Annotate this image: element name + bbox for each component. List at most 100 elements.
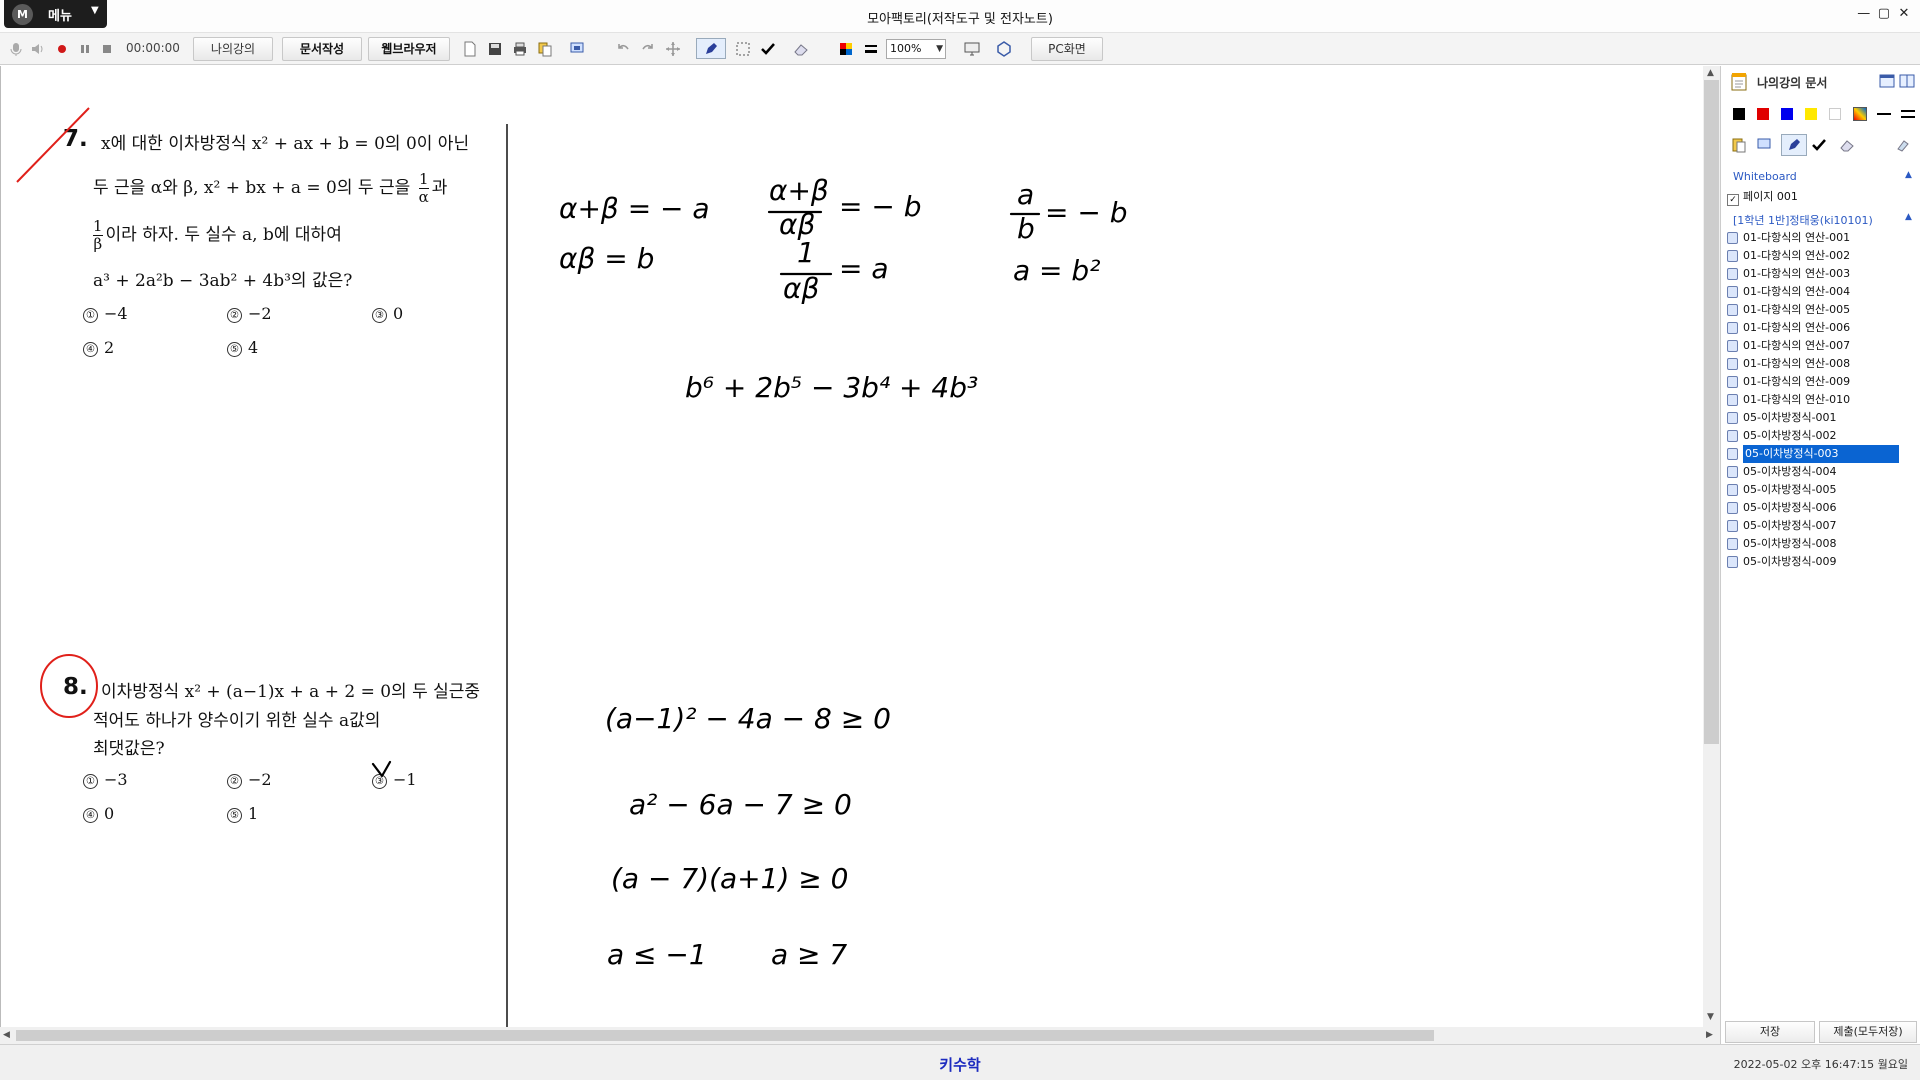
page-label: 페이지 001 <box>1743 190 1798 203</box>
document-list-item[interactable]: 05-이차방정식-006 <box>1725 499 1915 517</box>
status-bar: 키수학 2022-05-02 오후 16:47:15 월요일 <box>0 1044 1920 1080</box>
document-list-item[interactable]: 05-이차방정식-003 <box>1725 445 1915 463</box>
undo-icon[interactable] <box>615 41 631 57</box>
document-list-item[interactable]: 01-다항식의 연산-005 <box>1725 301 1915 319</box>
status-datetime: 2022-05-02 오후 16:47:15 월요일 <box>1733 1058 1908 1071</box>
pen-tool-button[interactable] <box>1781 134 1807 156</box>
student-group-label[interactable]: [1학년 1반]정태웅(ki10101) <box>1733 212 1873 228</box>
eraser-icon[interactable] <box>793 41 809 57</box>
submit-all-button[interactable]: 제출(모두저장) <box>1819 1021 1917 1043</box>
document-title: 01-다항식의 연산-009 <box>1743 375 1851 388</box>
vertical-scrollbar[interactable]: ▲ ▼ <box>1703 66 1720 1027</box>
document-list-item[interactable]: 05-이차방정식-004 <box>1725 463 1915 481</box>
color-swatch-white[interactable] <box>1829 108 1841 120</box>
pen-tool-button[interactable] <box>696 38 726 59</box>
document-list-item[interactable]: 01-다항식의 연산-008 <box>1725 355 1915 373</box>
document-list-item[interactable]: 05-이차방정식-007 <box>1725 517 1915 535</box>
minimize-button[interactable]: — <box>1856 6 1872 21</box>
document-list-item[interactable]: 05-이차방정식-001 <box>1725 409 1915 427</box>
title-bar: M 메뉴 ▼ 모아팩토리(저작도구 및 전자노트) — ▢ ✕ <box>0 0 1920 33</box>
pc-screen-button[interactable]: PC화면 <box>1031 37 1103 61</box>
chevron-down-icon: ▼ <box>936 44 943 54</box>
document-list-item[interactable]: 01-다항식의 연산-002 <box>1725 247 1915 265</box>
horizontal-scrollbar[interactable]: ◀ ▶ <box>0 1027 1720 1044</box>
document-list-item[interactable]: 05-이차방정식-005 <box>1725 481 1915 499</box>
check-mark-icon[interactable] <box>760 41 776 57</box>
save-icon[interactable] <box>487 41 503 57</box>
close-button[interactable]: ✕ <box>1896 6 1912 21</box>
document-icon <box>1727 322 1738 334</box>
color-swatch-red[interactable] <box>1757 108 1769 120</box>
vertical-scroll-thumb[interactable] <box>1704 80 1719 744</box>
clear-icon[interactable] <box>1895 137 1911 153</box>
collapse-group-icon[interactable]: ▲ <box>1905 212 1912 222</box>
document-list-item[interactable]: 05-이차방정식-008 <box>1725 535 1915 553</box>
tab-web-browser[interactable]: 웹브라우저 <box>368 37 450 61</box>
document-icon <box>1727 520 1738 532</box>
document-title: 01-다항식의 연산-010 <box>1743 393 1851 406</box>
handwriting-quadratic: a² − 6a − 7 ≥ 0 <box>629 788 852 821</box>
document-title: 01-다항식의 연산-001 <box>1743 231 1851 244</box>
document-list-item[interactable]: 01-다항식의 연산-007 <box>1725 337 1915 355</box>
document-list-item[interactable]: 01-다항식의 연산-009 <box>1725 373 1915 391</box>
save-button[interactable]: 저장 <box>1725 1021 1815 1043</box>
record-icon[interactable] <box>54 41 70 57</box>
copy-doc-icon[interactable] <box>537 41 553 57</box>
horizontal-scroll-thumb[interactable] <box>16 1030 1434 1041</box>
collapse-whiteboard-icon[interactable]: ▲ <box>1905 170 1912 180</box>
document-list-item[interactable]: 05-이차방정식-002 <box>1725 427 1915 445</box>
line-width-icon[interactable] <box>863 41 879 57</box>
handwriting-discriminant: (a−1)² − 4a − 8 ≥ 0 <box>605 702 891 735</box>
document-canvas[interactable]: 7. x에 대한 이차방정식 x² + ax + b = 0의 0이 아닌 두 … <box>0 66 1703 1027</box>
redo-icon[interactable] <box>640 41 656 57</box>
document-list-item[interactable]: 05-이차방정식-009 <box>1725 553 1915 571</box>
document-list: 01-다항식의 연산-001 01-다항식의 연산-002 01-다항식의 연산-0… <box>1725 229 1915 571</box>
scroll-up-icon[interactable]: ▲ <box>1707 68 1714 78</box>
scroll-right-icon[interactable]: ▶ <box>1706 1030 1713 1040</box>
document-title: 01-다항식의 연산-003 <box>1743 267 1851 280</box>
monitor-icon[interactable] <box>964 41 980 57</box>
select-area-icon[interactable] <box>735 41 751 57</box>
stop-icon[interactable] <box>99 41 115 57</box>
capture-icon[interactable] <box>1757 137 1773 153</box>
color-picker-icon[interactable] <box>838 41 854 57</box>
document-title: 05-이차방정식-006 <box>1743 501 1837 514</box>
document-icon <box>1727 484 1738 496</box>
microphone-icon[interactable] <box>8 41 24 57</box>
layout-single-icon[interactable] <box>1879 74 1895 88</box>
scroll-left-icon[interactable]: ◀ <box>3 1030 10 1040</box>
document-list-item[interactable]: 01-다항식의 연산-004 <box>1725 283 1915 301</box>
pause-icon[interactable] <box>77 41 93 57</box>
layout-split-icon[interactable] <box>1899 74 1915 88</box>
tab-my-lecture[interactable]: 나의강의 <box>193 37 273 61</box>
color-swatch-black[interactable] <box>1733 108 1745 120</box>
print-icon[interactable] <box>512 41 528 57</box>
document-title: 05-이차방정식-009 <box>1743 555 1837 568</box>
speaker-icon[interactable] <box>30 41 46 57</box>
document-list-item[interactable]: 01-다항식의 연산-006 <box>1725 319 1915 337</box>
thick-line-icon[interactable] <box>1901 110 1915 118</box>
check-mark-icon[interactable] <box>1811 137 1827 153</box>
color-swatch-yellow[interactable] <box>1805 108 1817 120</box>
document-list-item[interactable]: 01-다항식의 연산-001 <box>1725 229 1915 247</box>
zoom-select[interactable]: 100% ▼ <box>886 39 946 59</box>
new-doc-icon[interactable] <box>462 41 478 57</box>
polygon-icon[interactable] <box>996 41 1012 57</box>
document-list-item[interactable]: 01-다항식의 연산-003 <box>1725 265 1915 283</box>
color-swatch-blue[interactable] <box>1781 108 1793 120</box>
tab-doc-write[interactable]: 문서작성 <box>282 37 362 61</box>
thin-line-icon[interactable] <box>1877 113 1891 115</box>
screen-capture-icon[interactable] <box>570 41 586 57</box>
color-picker-icon[interactable] <box>1853 107 1867 121</box>
checkbox-icon: ✓ <box>1727 194 1739 206</box>
document-list-item[interactable]: 01-다항식의 연산-010 <box>1725 391 1915 409</box>
record-time: 00:00:00 <box>126 41 180 55</box>
document-icon <box>1727 358 1738 370</box>
move-icon[interactable] <box>665 41 681 57</box>
clipboard-icon[interactable] <box>1731 137 1747 153</box>
maximize-button[interactable]: ▢ <box>1876 6 1892 21</box>
document-icon <box>1727 538 1738 550</box>
eraser-icon[interactable] <box>1839 137 1855 153</box>
scroll-down-icon[interactable]: ▼ <box>1707 1012 1714 1022</box>
whiteboard-page-item[interactable]: ✓ 페이지 001 <box>1727 188 1798 206</box>
